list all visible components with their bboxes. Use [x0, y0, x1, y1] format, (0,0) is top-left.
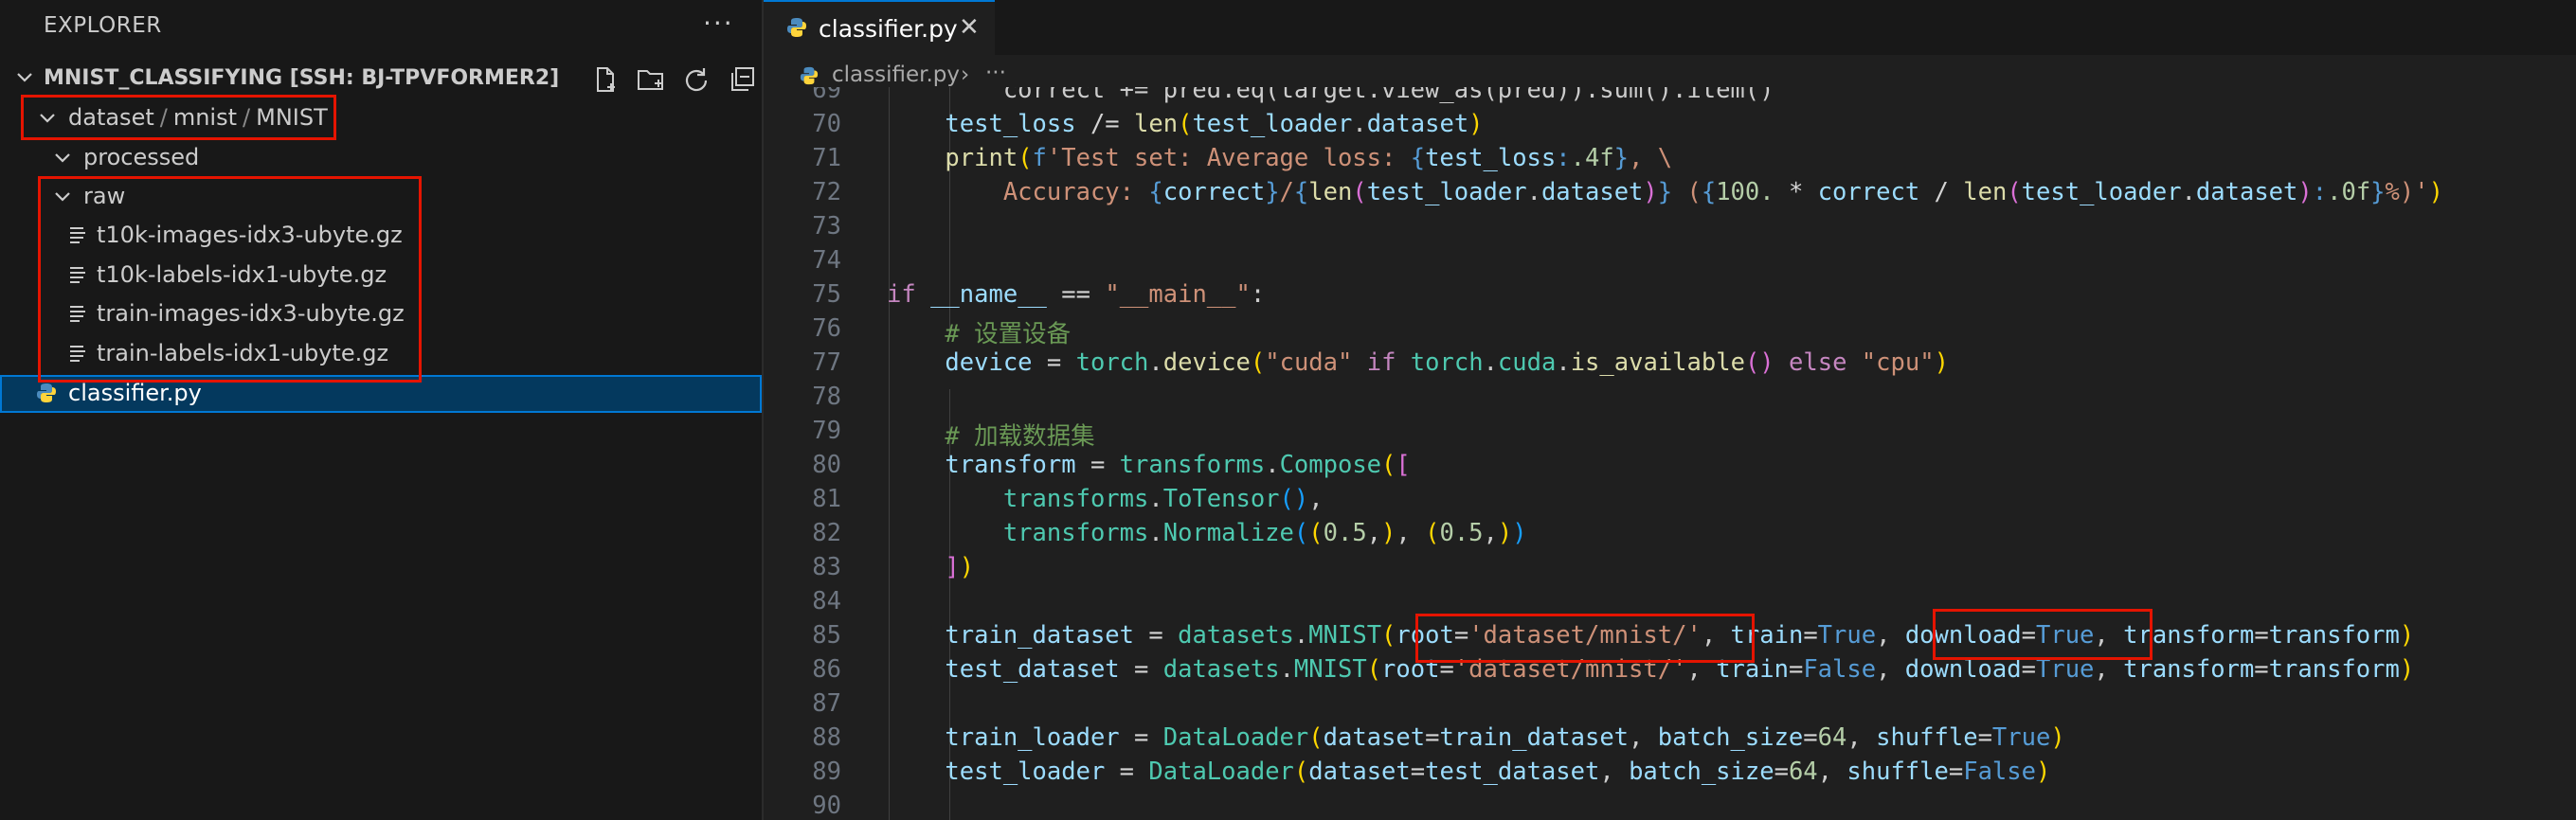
file-lines-icon [68, 304, 87, 330]
code-line: 90 [812, 792, 841, 820]
explorer-title: EXPLORER [44, 13, 162, 38]
folder-path-label: dataset / mnist / MNIST [68, 104, 328, 131]
more-actions-icon[interactable]: ··· [703, 8, 734, 39]
file-label: train-images-idx3-ubyte.gz [97, 300, 405, 327]
folder-label: processed [83, 144, 200, 170]
folder-label: raw [83, 183, 126, 209]
breadcrumb-chevron-icon: › [961, 62, 970, 87]
tree-item-file[interactable]: t10k-images-idx3-ubyte.gz [0, 217, 762, 255]
code-line: 84 [812, 587, 841, 615]
code-line: 85 train_dataset = datasets.MNIST(root='… [812, 621, 2415, 650]
chevron-right-icon [51, 147, 74, 175]
python-file-icon [36, 383, 57, 409]
file-label: train-labels-idx1-ubyte.gz [97, 340, 389, 366]
new-file-icon[interactable] [589, 64, 621, 95]
close-tab-icon[interactable]: ✕ [959, 13, 980, 42]
file-label: classifier.py [68, 380, 202, 406]
workspace-section-header[interactable]: MNIST_CLASSIFYING [SSH: BJ-TPVFORMER2] [0, 61, 762, 98]
file-lines-icon [68, 344, 87, 370]
breadcrumb-more[interactable]: ··· [985, 61, 1006, 85]
breadcrumb-file[interactable]: classifier.py [832, 62, 960, 87]
tree-item-file[interactable]: t10k-labels-idx1-ubyte.gz [0, 257, 762, 294]
tree-item-classifier-py[interactable]: classifier.py [0, 375, 762, 413]
file-label: t10k-images-idx3-ubyte.gz [97, 222, 403, 248]
refresh-icon[interactable] [680, 64, 712, 95]
tab-label: classifier.py [819, 15, 958, 43]
file-lines-icon [68, 265, 87, 292]
chevron-down-icon [36, 107, 59, 135]
code-line: 82 transforms.Normalize((0.5,), (0.5,)) [812, 519, 1527, 547]
new-folder-icon[interactable] [635, 64, 667, 95]
python-file-icon [786, 17, 807, 42]
code-line: 78 [812, 383, 841, 411]
code-line: 76 # 设置设备 [812, 314, 1072, 348]
code-line: 83 ]) [812, 553, 975, 581]
tree-item-file[interactable]: train-labels-idx1-ubyte.gz [0, 335, 762, 373]
code-line: 71 print(f'Test set: Average loss: {test… [812, 144, 1673, 172]
code-line: 87 [812, 689, 841, 718]
code-editor[interactable]: 69 correct += pred.eq(target.view_as(pre… [764, 87, 2576, 820]
file-lines-icon [68, 225, 87, 252]
section-actions [589, 64, 758, 95]
code-line: 81 transforms.ToTensor(), [812, 485, 1324, 513]
code-line: 69 correct += pred.eq(target.view_as(pre… [812, 87, 1774, 104]
code-line: 75 if __name__ == "__main__": [812, 280, 1266, 309]
file-label: t10k-labels-idx1-ubyte.gz [97, 261, 387, 288]
tree-item-processed[interactable]: processed [0, 139, 762, 177]
chevron-down-icon [51, 186, 74, 214]
code-line: 89 test_loader = DataLoader(dataset=test… [812, 758, 2051, 786]
chevron-down-icon [13, 66, 36, 93]
code-line: 88 train_loader = DataLoader(dataset=tra… [812, 723, 2065, 752]
explorer-sidebar: EXPLORER ··· MNIST_CLASSIFYING [SSH: BJ-… [0, 0, 762, 820]
workspace-title: MNIST_CLASSIFYING [SSH: BJ-TPVFORMER2] [44, 66, 560, 90]
tree-item-raw[interactable]: raw [0, 178, 762, 216]
collapse-all-icon[interactable] [726, 64, 758, 95]
code-line: 80 transform = transforms.Compose([ [812, 451, 1411, 479]
tab-classifier-py[interactable]: classifier.py ✕ [764, 0, 995, 55]
editor-tab-bar: classifier.py ✕ [764, 0, 2576, 55]
code-line: 72 Accuracy: {correct}/{len(test_loader.… [812, 178, 2443, 206]
code-line: 79 # 加载数据集 [812, 417, 1095, 451]
code-line: 77 device = torch.device("cuda" if torch… [812, 348, 1949, 377]
code-line: 73 [812, 212, 841, 241]
code-line: 70 test_loss /= len(test_loader.dataset) [812, 110, 1484, 138]
tree-item-file[interactable]: train-images-idx3-ubyte.gz [0, 295, 762, 333]
code-line: 86 test_dataset = datasets.MNIST(root='d… [812, 655, 2415, 684]
tree-item-dataset-mnist-MNIST[interactable]: dataset / mnist / MNIST [0, 99, 762, 137]
code-line: 74 [812, 246, 841, 275]
